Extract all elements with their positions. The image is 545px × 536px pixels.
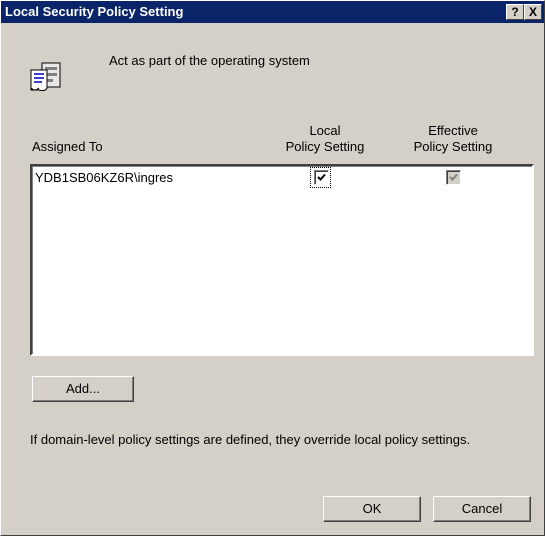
column-header-local-policy-setting: Local Policy Setting [279, 123, 371, 155]
policy-document-icon [28, 57, 66, 95]
assigned-user: YDB1SB06KZ6R\ingres [35, 170, 174, 185]
policy-setting-dialog: Local Security Policy Setting ? X Act as… [0, 0, 545, 536]
assigned-to-list[interactable]: YDB1SB06KZ6R\ingres [30, 164, 534, 356]
column-header-local-line2: Policy Setting [285, 139, 365, 154]
list-item[interactable]: YDB1SB06KZ6R\ingres [32, 166, 532, 188]
column-header-effective-policy-setting: Effective Policy Setting [403, 123, 503, 155]
effective-policy-checkbox [446, 170, 461, 185]
policy-name: Act as part of the operating system [109, 53, 310, 68]
title-bar[interactable]: Local Security Policy Setting ? X [1, 1, 544, 23]
ok-button[interactable]: OK [323, 496, 421, 522]
checkmark-icon [317, 173, 326, 181]
local-policy-checkbox[interactable] [314, 170, 329, 185]
help-button[interactable]: ? [506, 4, 524, 20]
close-button[interactable]: X [524, 4, 542, 20]
column-header-effective-line2: Policy Setting [413, 139, 493, 154]
column-header-effective-line1: Effective [428, 123, 478, 138]
window-title: Local Security Policy Setting [5, 4, 184, 19]
checkmark-icon [449, 173, 458, 181]
column-header-local-line1: Local [309, 123, 341, 138]
domain-override-note: If domain-level policy settings are defi… [30, 432, 471, 447]
cancel-button[interactable]: Cancel [433, 496, 531, 522]
add-button[interactable]: Add... [32, 376, 134, 402]
column-header-assigned-to: Assigned To [32, 139, 103, 154]
